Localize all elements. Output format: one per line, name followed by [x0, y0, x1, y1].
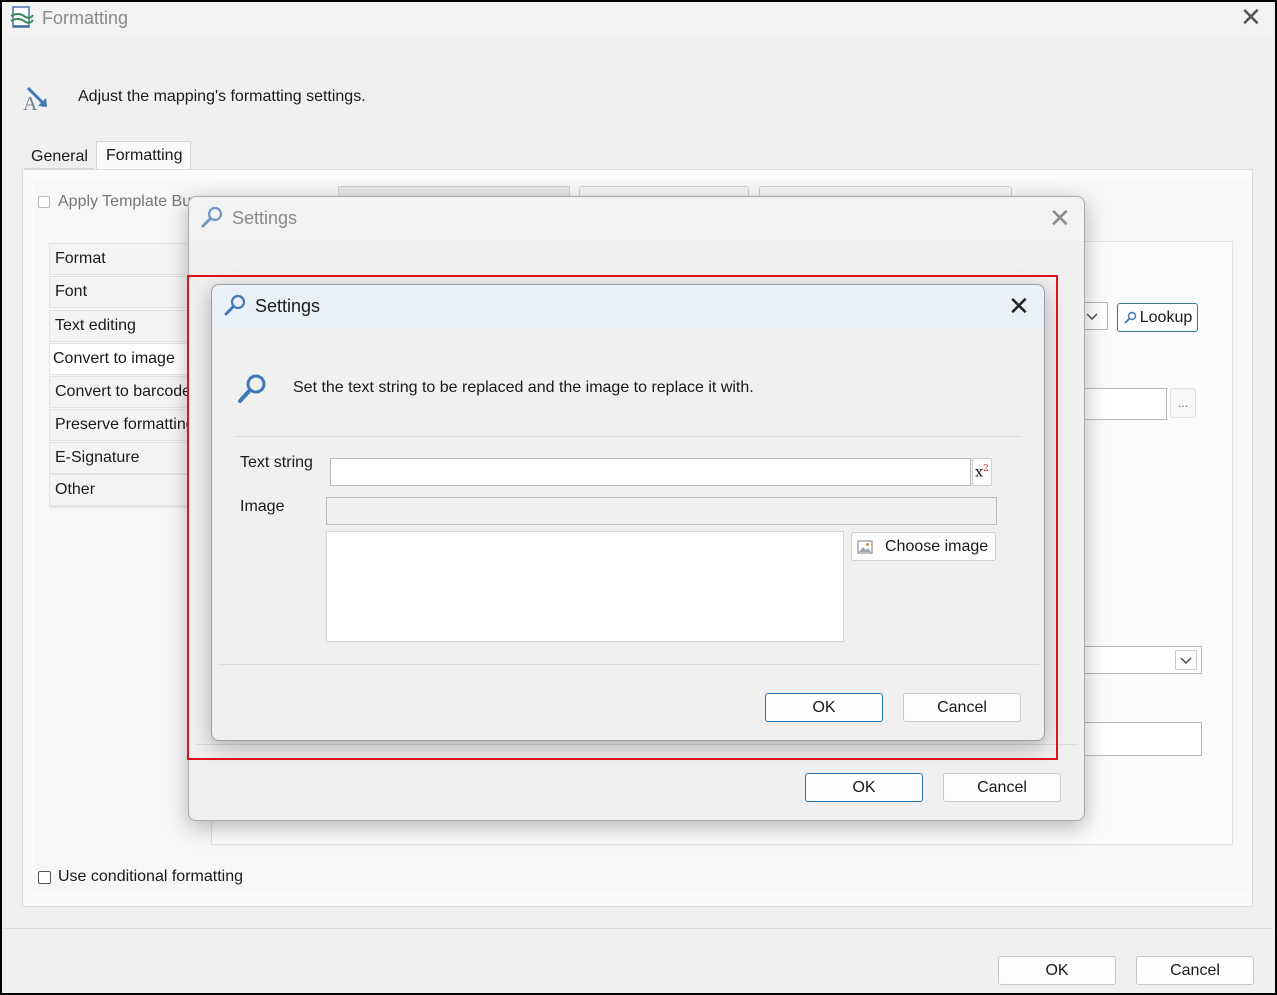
- apply-template-label: Apply Template Bu: [58, 193, 192, 210]
- nav-item-other[interactable]: Other: [49, 474, 199, 506]
- tab-formatting-label: Formatting: [106, 147, 183, 164]
- right-dropdown-2-button: [1175, 650, 1197, 670]
- tab-formatting[interactable]: Formatting: [96, 141, 191, 170]
- back-cancel-button[interactable]: Cancel: [943, 773, 1061, 802]
- nav-item-format[interactable]: Format: [49, 243, 199, 275]
- nav-item-preserve-formatting[interactable]: Preserve formatting: [49, 409, 199, 441]
- lookup-label: Lookup: [1139, 308, 1193, 326]
- bottom-divider: [2, 928, 1273, 929]
- formatting-icon: A: [22, 82, 52, 115]
- back-ok-label: OK: [852, 778, 876, 796]
- tab-general[interactable]: General: [24, 145, 94, 169]
- nav-list-filler: [49, 506, 199, 508]
- highlight-box: [187, 275, 1058, 760]
- lookup-button[interactable]: Lookup: [1117, 303, 1198, 332]
- window-close-button[interactable]: ✕: [1240, 5, 1262, 31]
- nav-item-convert-to-image[interactable]: Convert to image: [49, 343, 199, 375]
- main-cancel-button[interactable]: Cancel: [1136, 956, 1254, 985]
- use-conditional-formatting-checkbox[interactable]: [38, 871, 51, 884]
- apply-template-checkbox[interactable]: [38, 196, 50, 208]
- search-icon: [1124, 311, 1136, 324]
- tab-general-label: General: [31, 148, 88, 165]
- main-ok-label: OK: [1045, 961, 1069, 979]
- right-text-input-2[interactable]: [1080, 722, 1202, 756]
- right-dropdown-2[interactable]: [1080, 646, 1202, 674]
- back-dialog-close-button[interactable]: ✕: [1049, 206, 1071, 232]
- main-cancel-label: Cancel: [1170, 961, 1220, 979]
- window-description: Adjust the mapping's formatting settings…: [78, 88, 366, 105]
- nav-item-convert-to-barcode[interactable]: Convert to barcode: [49, 376, 199, 408]
- back-dialog-title: Settings: [232, 208, 298, 228]
- use-conditional-formatting-label: Use conditional formatting: [58, 868, 243, 885]
- nav-item-font[interactable]: Font: [49, 276, 199, 308]
- right-text-input[interactable]: [1080, 388, 1167, 420]
- back-cancel-label: Cancel: [977, 778, 1027, 796]
- back-dialog-search-icon: [201, 206, 223, 228]
- main-ok-button[interactable]: OK: [998, 956, 1116, 985]
- ellipsis-button[interactable]: ...: [1170, 388, 1196, 418]
- chevron-down-icon: [1180, 657, 1192, 664]
- nav-item-text-editing[interactable]: Text editing: [49, 310, 199, 342]
- ellipsis-label: ...: [1177, 396, 1188, 410]
- back-dialog-titlebar: [189, 197, 1084, 241]
- back-ok-button[interactable]: OK: [805, 773, 923, 802]
- window-title: Formatting: [42, 8, 129, 28]
- window-titlebar: [2, 2, 1273, 38]
- nav-item-e-signature[interactable]: E-Signature: [49, 442, 199, 474]
- app-icon: [10, 6, 34, 30]
